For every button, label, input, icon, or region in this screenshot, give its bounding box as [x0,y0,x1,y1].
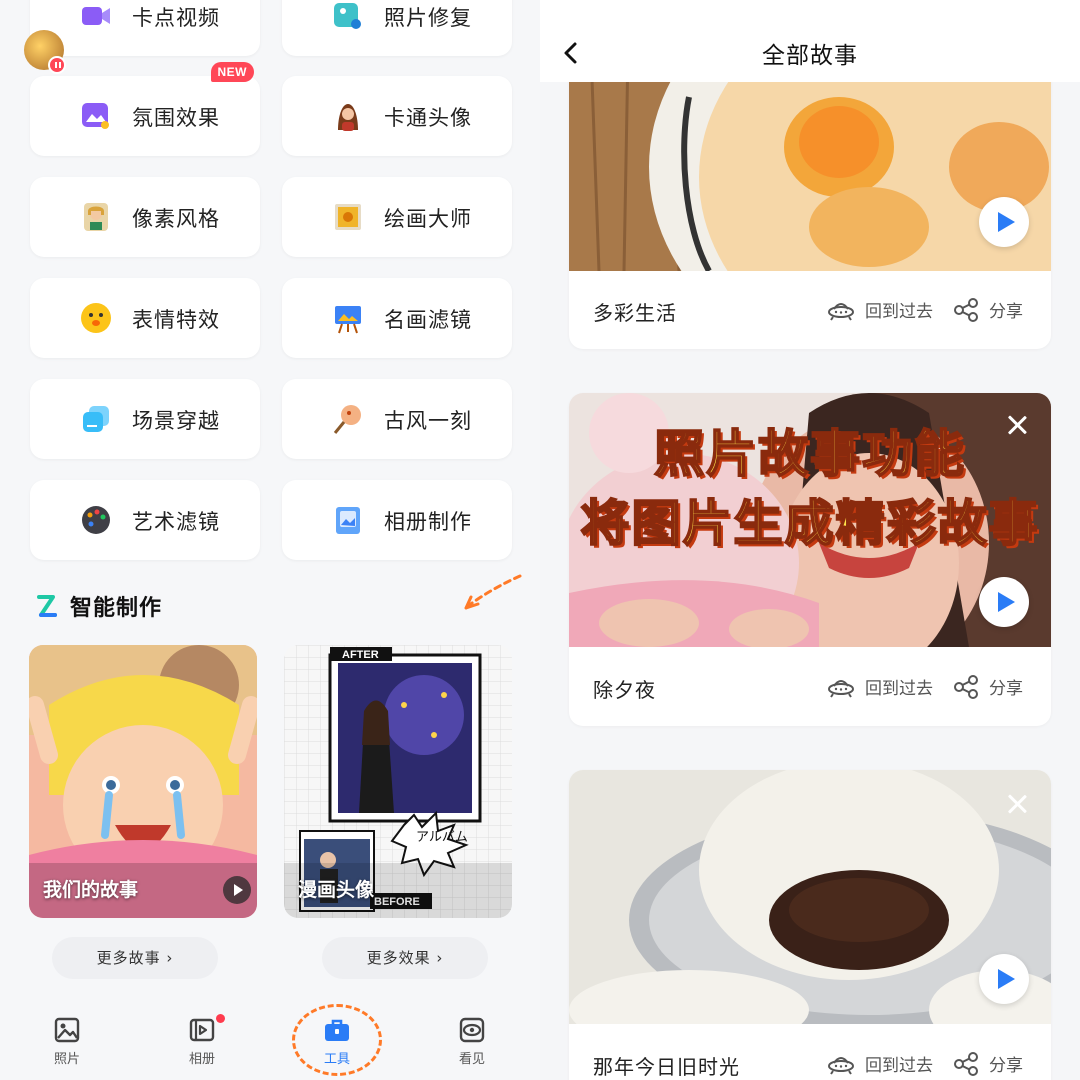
tool-label: 相册制作 [384,510,472,534]
tool-label: 氛围效果 [132,106,220,130]
back-to-past-action[interactable]: 回到过去 [827,297,933,322]
tool-label: 古风一刻 [384,409,472,433]
eye-tab-icon [459,1017,485,1043]
play-button[interactable] [979,577,1029,627]
tool-card-masterpiece-filter[interactable]: 名画滤镜 [282,278,512,358]
share-action[interactable]: 分享 [953,674,1023,699]
tool-card-photo-repair[interactable]: 照片修复 [282,0,512,56]
palette-icon [82,506,110,534]
ufo-icon [828,679,854,698]
more-effects-button[interactable]: 更多效果 › [322,937,488,979]
atmosphere-icon [82,103,109,129]
ufo-icon [828,1056,854,1075]
tool-label: 照片修复 [384,6,472,30]
tool-label: 像素风格 [132,207,220,231]
action-label: 回到过去 [865,1056,933,1076]
section-title: 智能制作 [70,596,163,621]
tab-label: 照片 [53,1052,80,1067]
tool-label: 表情特效 [132,308,220,332]
tool-card-cartoon-avatar[interactable]: 卡通头像 [282,76,512,156]
tool-label: 卡通头像 [384,106,472,130]
tools-screen: 卡点视频 照片修复 氛围效果 NEW 卡通头像 像素风格 绘画大师 表情特效 名… [0,0,540,1080]
album-caption: アルバム [416,830,468,845]
close-icon[interactable] [1005,792,1029,816]
story-footer: 多彩生活 回到过去 分享 [569,271,1051,349]
back-to-past-action[interactable]: 回到过去 [827,674,933,699]
photo-tab-icon [54,1017,80,1043]
tab-albums[interactable]: 相册 [167,1014,237,1067]
story-card[interactable]: 那年今日旧时光 回到过去 分享 [569,770,1051,1080]
action-label: 分享 [989,679,1023,699]
album-tab-icon [189,1018,215,1042]
share-action[interactable]: 分享 [953,1051,1023,1076]
promo-label: 我们的故事 [43,879,139,901]
tool-card-pixel-style[interactable]: 像素风格 [30,177,260,257]
share-icon [954,674,978,699]
tool-label: 卡点视频 [132,6,220,30]
action-label: 回到过去 [865,302,933,322]
promo-card-our-story[interactable]: 我们的故事 [29,645,257,918]
page-title: 全部故事 [762,43,858,69]
cartoon-avatar-icon [338,104,358,131]
share-icon [954,297,978,322]
tool-label: 场景穿越 [132,409,220,433]
easel-icon [335,306,361,334]
tool-card-emoji-effects[interactable]: 表情特效 [30,278,260,358]
smart-create-icon [37,595,57,617]
tool-card-beat-video[interactable]: 卡点视频 [30,0,260,56]
play-button[interactable] [979,954,1029,1004]
tool-label: 艺术滤镜 [132,510,220,534]
hint-arrow-icon [464,574,522,610]
tab-discover[interactable]: 看见 [437,1016,507,1067]
section-header: 智能制作 [36,590,162,622]
tool-label: 名画滤镜 [384,308,472,332]
photo-repair-icon [334,3,361,29]
bottom-tab-bar: 照片 相册 工具 看见 [0,1000,540,1080]
pause-badge-icon[interactable] [48,56,66,74]
pixel-style-icon [84,203,108,231]
tool-card-scene-travel[interactable]: 场景穿越 [30,379,260,459]
story-title: 除夕夜 [593,678,656,702]
emoji-icon [81,303,111,333]
fan-icon [333,405,361,434]
tool-card-ancient-style[interactable]: 古风一刻 [282,379,512,459]
nav-bar: 全部故事 [540,0,1080,82]
tool-card-painting-master[interactable]: 绘画大师 [282,177,512,257]
story-title: 那年今日旧时光 [593,1055,740,1079]
notification-dot [216,1014,225,1023]
action-label: 分享 [989,302,1023,322]
tool-card-art-filter[interactable]: 艺术滤镜 [30,480,260,560]
ufo-icon [828,302,854,321]
story-footer: 除夕夜 回到过去 分享 [569,648,1051,726]
play-icon[interactable] [223,876,251,904]
story-footer: 那年今日旧时光 回到过去 分享 [569,1025,1051,1080]
back-to-past-action[interactable]: 回到过去 [827,1051,933,1076]
action-label: 分享 [989,1056,1023,1076]
story-image-rice-dumpling [569,770,1051,1024]
painting-icon [335,204,361,230]
story-title: 多彩生活 [593,301,677,325]
after-tag: AFTER [342,649,379,661]
tool-card-album-making[interactable]: 相册制作 [282,480,512,560]
video-icon [82,7,110,25]
play-button[interactable] [979,197,1029,247]
share-action[interactable]: 分享 [953,297,1023,322]
new-badge: NEW [210,62,254,82]
scene-icon [83,406,109,432]
highlight-ring [292,1004,382,1076]
tab-label: 相册 [188,1052,215,1067]
tool-card-atmosphere[interactable]: 氛围效果 NEW [30,62,260,156]
overlay-subheadline: 将图片生成精彩故事 [579,494,1040,553]
overlay-headline: 照片故事功能 [653,424,966,484]
promo-label: 漫画头像 [298,879,375,901]
tab-label: 看见 [458,1052,485,1067]
promo-card-comic-avatar[interactable]: AFTER アルバム BEFORE 漫画头像 [284,645,512,918]
share-icon [954,1051,978,1076]
album-icon [336,507,360,534]
tab-photos[interactable]: 照片 [32,1016,102,1067]
action-label: 回到过去 [865,679,933,699]
tool-label: 绘画大师 [384,207,472,231]
more-stories-button[interactable]: 更多故事 › [52,937,218,979]
